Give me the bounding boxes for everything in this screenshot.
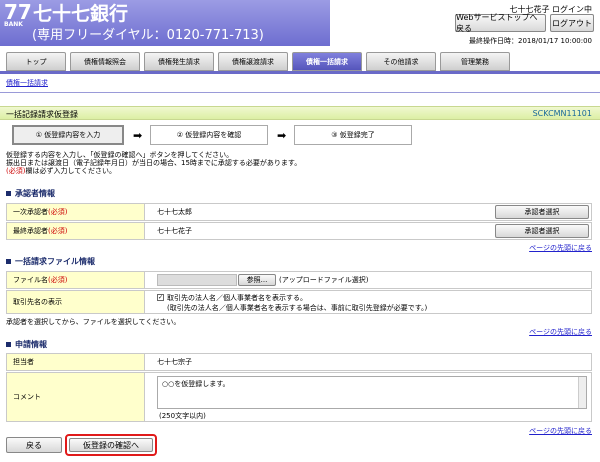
subnav-bulk-request-link[interactable]: 債権一括請求 (6, 78, 48, 88)
step-arrow-icon: ➡ (277, 129, 287, 142)
comment-textarea[interactable]: ○○を仮登録します。 (157, 376, 587, 409)
tab-other-request[interactable]: その他請求 (366, 52, 436, 71)
tab-management[interactable]: 管理業務 (440, 52, 510, 71)
final-approver-value: 七十七花子 (157, 227, 192, 235)
confirm-highlight: 仮登録の確認へ (65, 434, 157, 456)
tab-claim-issue[interactable]: 債権発生請求 (144, 52, 214, 71)
tab-claim-inquiry[interactable]: 債権情報照会 (70, 52, 140, 71)
person-value: 七十七宗子 (157, 358, 192, 366)
back-to-top-link[interactable]: ページの先頭に戻る (529, 426, 592, 436)
first-approver-label: 一次承認者 (必須) (7, 204, 145, 220)
step-2: ② 仮登録内容を確認 (150, 125, 268, 145)
step-arrow-icon: ➡ (133, 129, 143, 142)
comment-label: コメント (7, 373, 145, 421)
back-button[interactable]: 戻る (6, 437, 62, 453)
file-path-input[interactable] (157, 274, 237, 286)
approver-section-heading: 承認者情報 (6, 188, 55, 199)
first-approver-select-button[interactable]: 承認者選択 (495, 205, 589, 219)
partner-display-note: (取引先の法人名／個人事業者名を表示する場合は、事前に取引先登録が必要です。) (167, 304, 428, 312)
partner-display-checkbox-label: 取引先の法人名／個人事業者名を表示する。 (167, 294, 307, 302)
final-approver-label: 最終承認者 (必須) (7, 223, 145, 239)
comment-row: コメント ○○を仮登録します。 (250文字以内) (6, 372, 592, 422)
file-section-heading: 一括請求ファイル情報 (6, 256, 95, 267)
file-name-label: ファイル名 (必須) (7, 272, 145, 288)
person-row: 担当者 七十七宗子 (6, 353, 592, 371)
partner-display-checkbox[interactable]: ✓ (157, 294, 164, 301)
person-label: 担当者 (7, 354, 145, 370)
page-title: 一括記録請求仮登録 (6, 110, 78, 119)
file-hint: (アップロードファイル選択) (279, 276, 369, 284)
bank-name: 七十七銀行 (33, 3, 129, 25)
comment-text: ○○を仮登録します。 (162, 380, 230, 388)
instruction-line: 仮登録する内容を入力し、「仮登録の確認へ」ボタンを押してください。 (6, 151, 234, 159)
tab-underline (0, 71, 600, 74)
application-section-heading: 申請情報 (6, 339, 47, 350)
toll-free-number: (専用フリーダイヤル：0120-771-713) (32, 28, 264, 43)
partner-display-label: 取引先名の表示 (7, 291, 145, 313)
comment-scrollbar[interactable] (578, 377, 586, 408)
first-approver-value: 七十七太郎 (157, 208, 192, 216)
webservice-top-button[interactable]: Webサービストップへ戻る (455, 13, 546, 33)
final-approver-row: 最終承認者 (必須) 七十七花子 承認者選択 (6, 222, 592, 240)
logout-button[interactable]: ログアウト (550, 14, 594, 32)
last-operation-time: 最終操作日時：2018/01/17 10:00:00 (468, 37, 592, 45)
back-to-top-link[interactable]: ページの先頭に戻る (529, 243, 592, 253)
title-bar (0, 106, 600, 120)
step-3: ③ 仮登録完了 (294, 125, 412, 145)
step-1: ① 仮登録内容を入力 (12, 125, 124, 145)
file-name-row: ファイル名 (必須) 参照... (アップロードファイル選択) (6, 271, 592, 289)
final-approver-select-button[interactable]: 承認者選択 (495, 224, 589, 238)
comment-limit: (250文字以内) (159, 412, 206, 420)
instructions: 仮登録する内容を入力し、「仮登録の確認へ」ボタンを押してください。 振出日または… (6, 151, 301, 175)
instruction-line: (必須)欄は必ず入力してください。 (6, 167, 117, 175)
file-select-note: 承認者を選択してから、ファイルを選択してください。 (6, 318, 181, 326)
screen-id: SCKCMN11101 (532, 109, 592, 118)
partner-display-row: 取引先名の表示 ✓ 取引先の法人名／個人事業者名を表示する。 (取引先の法人名／… (6, 290, 592, 314)
confirm-button[interactable]: 仮登録の確認へ (69, 438, 153, 452)
instruction-line: 振出日または譲渡日（電子記録年月日）が当日の場合、15時までに承認する必要があり… (6, 159, 302, 167)
first-approver-row: 一次承認者 (必須) 七十七太郎 承認者選択 (6, 203, 592, 221)
back-to-top-link[interactable]: ページの先頭に戻る (529, 327, 592, 337)
tab-top[interactable]: トップ (6, 52, 66, 71)
tab-claim-transfer[interactable]: 債権譲渡請求 (218, 52, 288, 71)
bank-logo: 77 BANK (4, 0, 32, 28)
tab-bulk-request[interactable]: 債権一括請求 (292, 52, 362, 71)
subnav-divider (0, 92, 600, 93)
browse-button[interactable]: 参照... (238, 274, 276, 286)
